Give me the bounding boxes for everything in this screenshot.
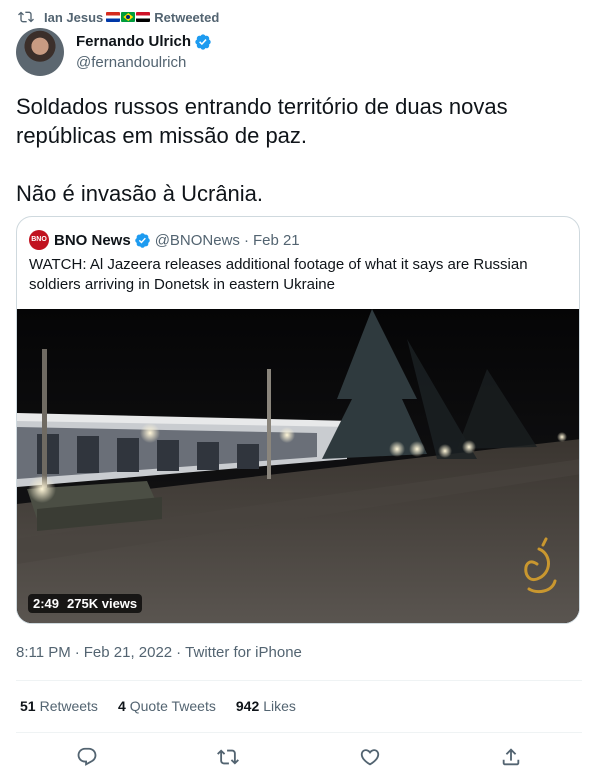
tweet-actions bbox=[16, 742, 582, 772]
quote-tweets-count: 4 bbox=[117, 698, 126, 714]
share-button[interactable] bbox=[500, 746, 522, 768]
retweet-context[interactable]: Ian Jesus Retweeted bbox=[18, 7, 219, 27]
separator-dot: · bbox=[176, 644, 182, 661]
like-button[interactable] bbox=[359, 746, 381, 768]
quote-date: Feb 21 bbox=[252, 231, 300, 249]
retweets-label: Retweets bbox=[39, 698, 98, 714]
flag-egypt-icon bbox=[136, 12, 151, 22]
tweet-text: Soldados russos entrando território de d… bbox=[16, 94, 508, 206]
video-thumbnail bbox=[17, 309, 579, 623]
reply-button[interactable] bbox=[76, 746, 98, 768]
divider bbox=[16, 732, 582, 733]
retweet-icon bbox=[217, 749, 240, 765]
flag-paraguay-icon bbox=[106, 12, 121, 22]
tweet-author[interactable]: Fernando Ulrich @fernandoulrich bbox=[16, 28, 212, 76]
retweets-stat[interactable]: 51 Retweets bbox=[20, 698, 98, 714]
tweet-source[interactable]: Twitter for iPhone bbox=[185, 644, 302, 661]
video-views: 275K views bbox=[67, 596, 138, 611]
retweets-count: 51 bbox=[20, 698, 36, 714]
share-icon bbox=[503, 748, 520, 766]
reply-icon bbox=[77, 747, 97, 766]
quote-text: WATCH: Al Jazeera releases additional fo… bbox=[29, 256, 528, 293]
tweet-date[interactable]: Feb 21, 2022 bbox=[84, 644, 172, 661]
tweet-time[interactable]: 8:11 PM bbox=[16, 644, 71, 661]
quote-tweet-card[interactable]: BNO BNO News @BNONews · Feb 21 WATCH: Al… bbox=[16, 216, 580, 624]
author-display-name[interactable]: Fernando Ulrich bbox=[76, 32, 191, 52]
tweet-timestamp: 8:11 PM · Feb 21, 2022 · Twitter for iPh… bbox=[16, 644, 302, 661]
heart-icon bbox=[360, 749, 379, 766]
likes-stat[interactable]: 942 Likes bbox=[236, 698, 296, 714]
retweeted-label: Retweeted bbox=[154, 9, 220, 25]
video-duration: 2:49 bbox=[33, 596, 60, 611]
video-duration-badge: 2:49 275K views bbox=[28, 594, 143, 613]
divider bbox=[16, 680, 582, 681]
flag-emojis bbox=[106, 12, 151, 22]
flag-brazil-icon bbox=[121, 12, 136, 22]
verified-badge-icon bbox=[134, 232, 150, 248]
video-player[interactable]: 2:49 275K views bbox=[17, 309, 579, 623]
bno-logo-avatar: BNO bbox=[29, 230, 49, 250]
verified-badge-icon bbox=[195, 33, 211, 50]
avatar[interactable] bbox=[16, 28, 64, 76]
quote-author-handle: @BNONews bbox=[154, 231, 240, 249]
separator-dot: · bbox=[74, 644, 80, 661]
quote-header: BNO BNO News @BNONews · Feb 21 bbox=[29, 230, 300, 250]
retweeter-name[interactable]: Ian Jesus bbox=[44, 10, 103, 25]
quote-author-name: BNO News bbox=[54, 231, 131, 249]
quote-tweets-stat[interactable]: 4 Quote Tweets bbox=[118, 698, 216, 714]
separator-dot: · bbox=[243, 231, 249, 249]
author-handle[interactable]: @fernandoulrich bbox=[76, 53, 212, 73]
engagement-stats: 51 Retweets 4 Quote Tweets 942 Likes bbox=[20, 698, 296, 714]
quote-tweets-label: Quote Tweets bbox=[129, 698, 216, 714]
likes-count: 942 bbox=[235, 698, 260, 714]
retweet-button[interactable] bbox=[217, 746, 240, 768]
retweet-icon bbox=[18, 11, 34, 23]
likes-label: Likes bbox=[263, 698, 296, 714]
